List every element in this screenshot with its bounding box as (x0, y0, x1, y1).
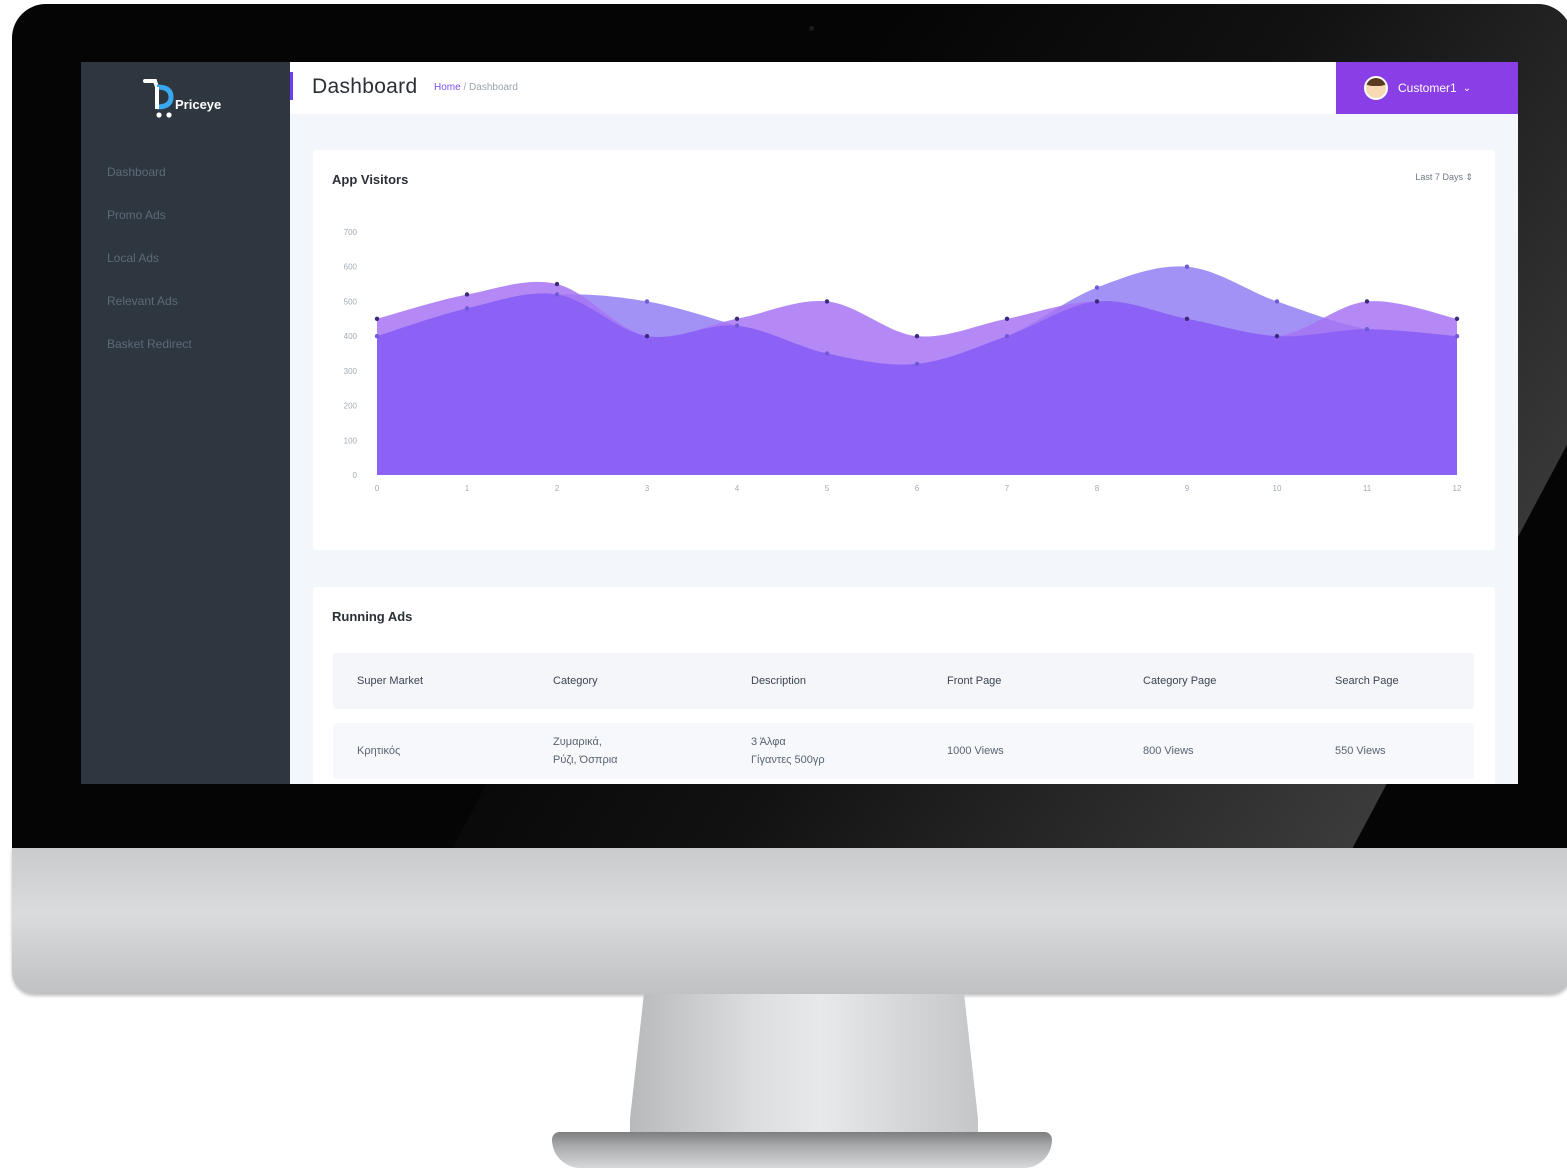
y-tick-label: 100 (344, 436, 358, 445)
user-menu-button[interactable]: Customer1 ⌄ (1336, 62, 1518, 114)
sidebar-nav: Dashboard Promo Ads Local Ads Relevant A… (107, 151, 192, 366)
x-tick-label: 9 (1185, 484, 1190, 493)
x-tick-label: 3 (645, 484, 650, 493)
column-header-search-page[interactable]: Search Page (1321, 672, 1474, 690)
breadcrumb-current: Dashboard (469, 82, 518, 93)
data-point (1274, 299, 1280, 304)
y-tick-label: 300 (344, 367, 358, 376)
app-visitors-chart: 01002003004005006007000 1 2 3 4 5 6 7 8 9 10 11 12 (344, 228, 1462, 493)
x-tick-label: 0 (375, 484, 380, 493)
data-point (1004, 333, 1010, 339)
top-bar: Dashboard Home / Dashboard Customer1 ⌄ (290, 62, 1518, 114)
user-name: Customer1 (1398, 81, 1457, 95)
running-ads-card: Running Ads Super Market Category Descri… (313, 587, 1495, 784)
data-point (824, 299, 830, 304)
data-point (1364, 299, 1370, 304)
data-point (734, 323, 740, 328)
breadcrumb-home-link[interactable]: Home (434, 82, 461, 93)
table-row[interactable]: Κρητικός Ζυμαρικά, Ρύζι, Όσπρια 3 Άλφα Γ… (333, 723, 1474, 779)
data-point (554, 292, 560, 297)
x-tick-label: 12 (1453, 484, 1462, 493)
column-header-super-market[interactable]: Super Market (333, 672, 531, 690)
data-point (914, 333, 920, 339)
sidebar-item-basket-redirect[interactable]: Basket Redirect (107, 323, 192, 366)
data-point (914, 361, 920, 367)
column-header-description[interactable]: Description (729, 672, 927, 690)
cell-search-page: 550 Views (1335, 745, 1386, 757)
running-ads-title: Running Ads (332, 609, 413, 624)
table-header-row: Super Market Category Description Front … (333, 653, 1474, 709)
data-point (644, 333, 650, 339)
y-tick-label: 400 (344, 332, 358, 341)
y-tick-label: 0 (353, 471, 358, 480)
cell-category-page: 800 Views (1143, 745, 1194, 757)
data-point (1274, 333, 1280, 339)
x-tick-label: 1 (465, 484, 470, 493)
y-tick-label: 500 (344, 297, 358, 306)
y-tick-label: 700 (344, 228, 358, 237)
sidebar: Priceye Dashboard Promo Ads Local Ads Re… (81, 62, 290, 784)
cell-front-page: 1000 Views (947, 745, 1004, 757)
data-point (1004, 316, 1010, 321)
data-point (374, 333, 380, 339)
x-tick-label: 4 (735, 484, 740, 493)
data-point (554, 281, 560, 287)
x-tick-label: 5 (825, 484, 830, 493)
data-point (1454, 316, 1460, 321)
cell-super-market: Κρητικός (357, 745, 401, 757)
column-header-category-page[interactable]: Category Page (1125, 672, 1321, 690)
sidebar-item-promo-ads[interactable]: Promo Ads (107, 194, 192, 237)
x-tick-label: 6 (915, 484, 920, 493)
sidebar-item-relevant-ads[interactable]: Relevant Ads (107, 280, 192, 323)
page-title: Dashboard (312, 75, 418, 98)
x-tick-label: 11 (1363, 484, 1372, 493)
avatar (1364, 76, 1388, 100)
cell-description: 3 Άλφα Γίγαντες 500γρ (751, 736, 825, 766)
sidebar-item-local-ads[interactable]: Local Ads (107, 237, 192, 280)
data-point (1184, 316, 1190, 321)
title-accent-bar (290, 72, 293, 100)
data-point (824, 351, 830, 356)
chevron-down-icon: ⌄ (1462, 82, 1472, 94)
x-tick-label: 2 (555, 484, 560, 493)
cell-category: Ζυμαρικά, Ρύζι, Όσπρια (553, 736, 618, 766)
y-tick-label: 600 (344, 263, 358, 272)
breadcrumb-separator: / (460, 82, 470, 93)
data-point (464, 292, 470, 297)
running-ads-table: Super Market Category Description Front … (333, 653, 1474, 779)
app-visitors-card: 0 100 200 300 400 500 600 700 0 1 2 3 4 5 6 7 8 9 10 11 12 A… (313, 150, 1495, 550)
column-header-front-page[interactable]: Front Page (927, 672, 1125, 690)
data-point (374, 316, 380, 321)
data-point (1364, 327, 1370, 332)
column-header-category[interactable]: Category (531, 672, 729, 690)
sidebar-item-dashboard[interactable]: Dashboard (107, 151, 192, 194)
data-point (464, 306, 470, 311)
date-range-select[interactable]: Last 7 Days ⇕ (1415, 172, 1473, 183)
data-point (1454, 333, 1460, 339)
monitor-stand-base (552, 1132, 1052, 1168)
monitor-stand-neck (630, 994, 978, 1154)
data-point (1094, 299, 1100, 304)
app-visitors-title: App Visitors (332, 172, 409, 187)
app-name: Priceye (175, 96, 222, 112)
x-tick-label: 7 (1005, 484, 1010, 493)
monitor-chin (12, 848, 1567, 994)
breadcrumb: Home / Dashboard (434, 82, 518, 93)
data-point (644, 299, 650, 304)
screen: Priceye Dashboard Promo Ads Local Ads Re… (81, 62, 1518, 784)
x-tick-label: 10 (1273, 484, 1282, 493)
x-tick-label: 8 (1095, 484, 1100, 493)
data-point (1094, 285, 1100, 290)
app-logo[interactable]: Priceye (141, 72, 281, 122)
camera-dot (809, 26, 814, 31)
data-point (734, 316, 740, 321)
data-point (1184, 264, 1190, 269)
y-tick-label: 200 (344, 402, 358, 411)
